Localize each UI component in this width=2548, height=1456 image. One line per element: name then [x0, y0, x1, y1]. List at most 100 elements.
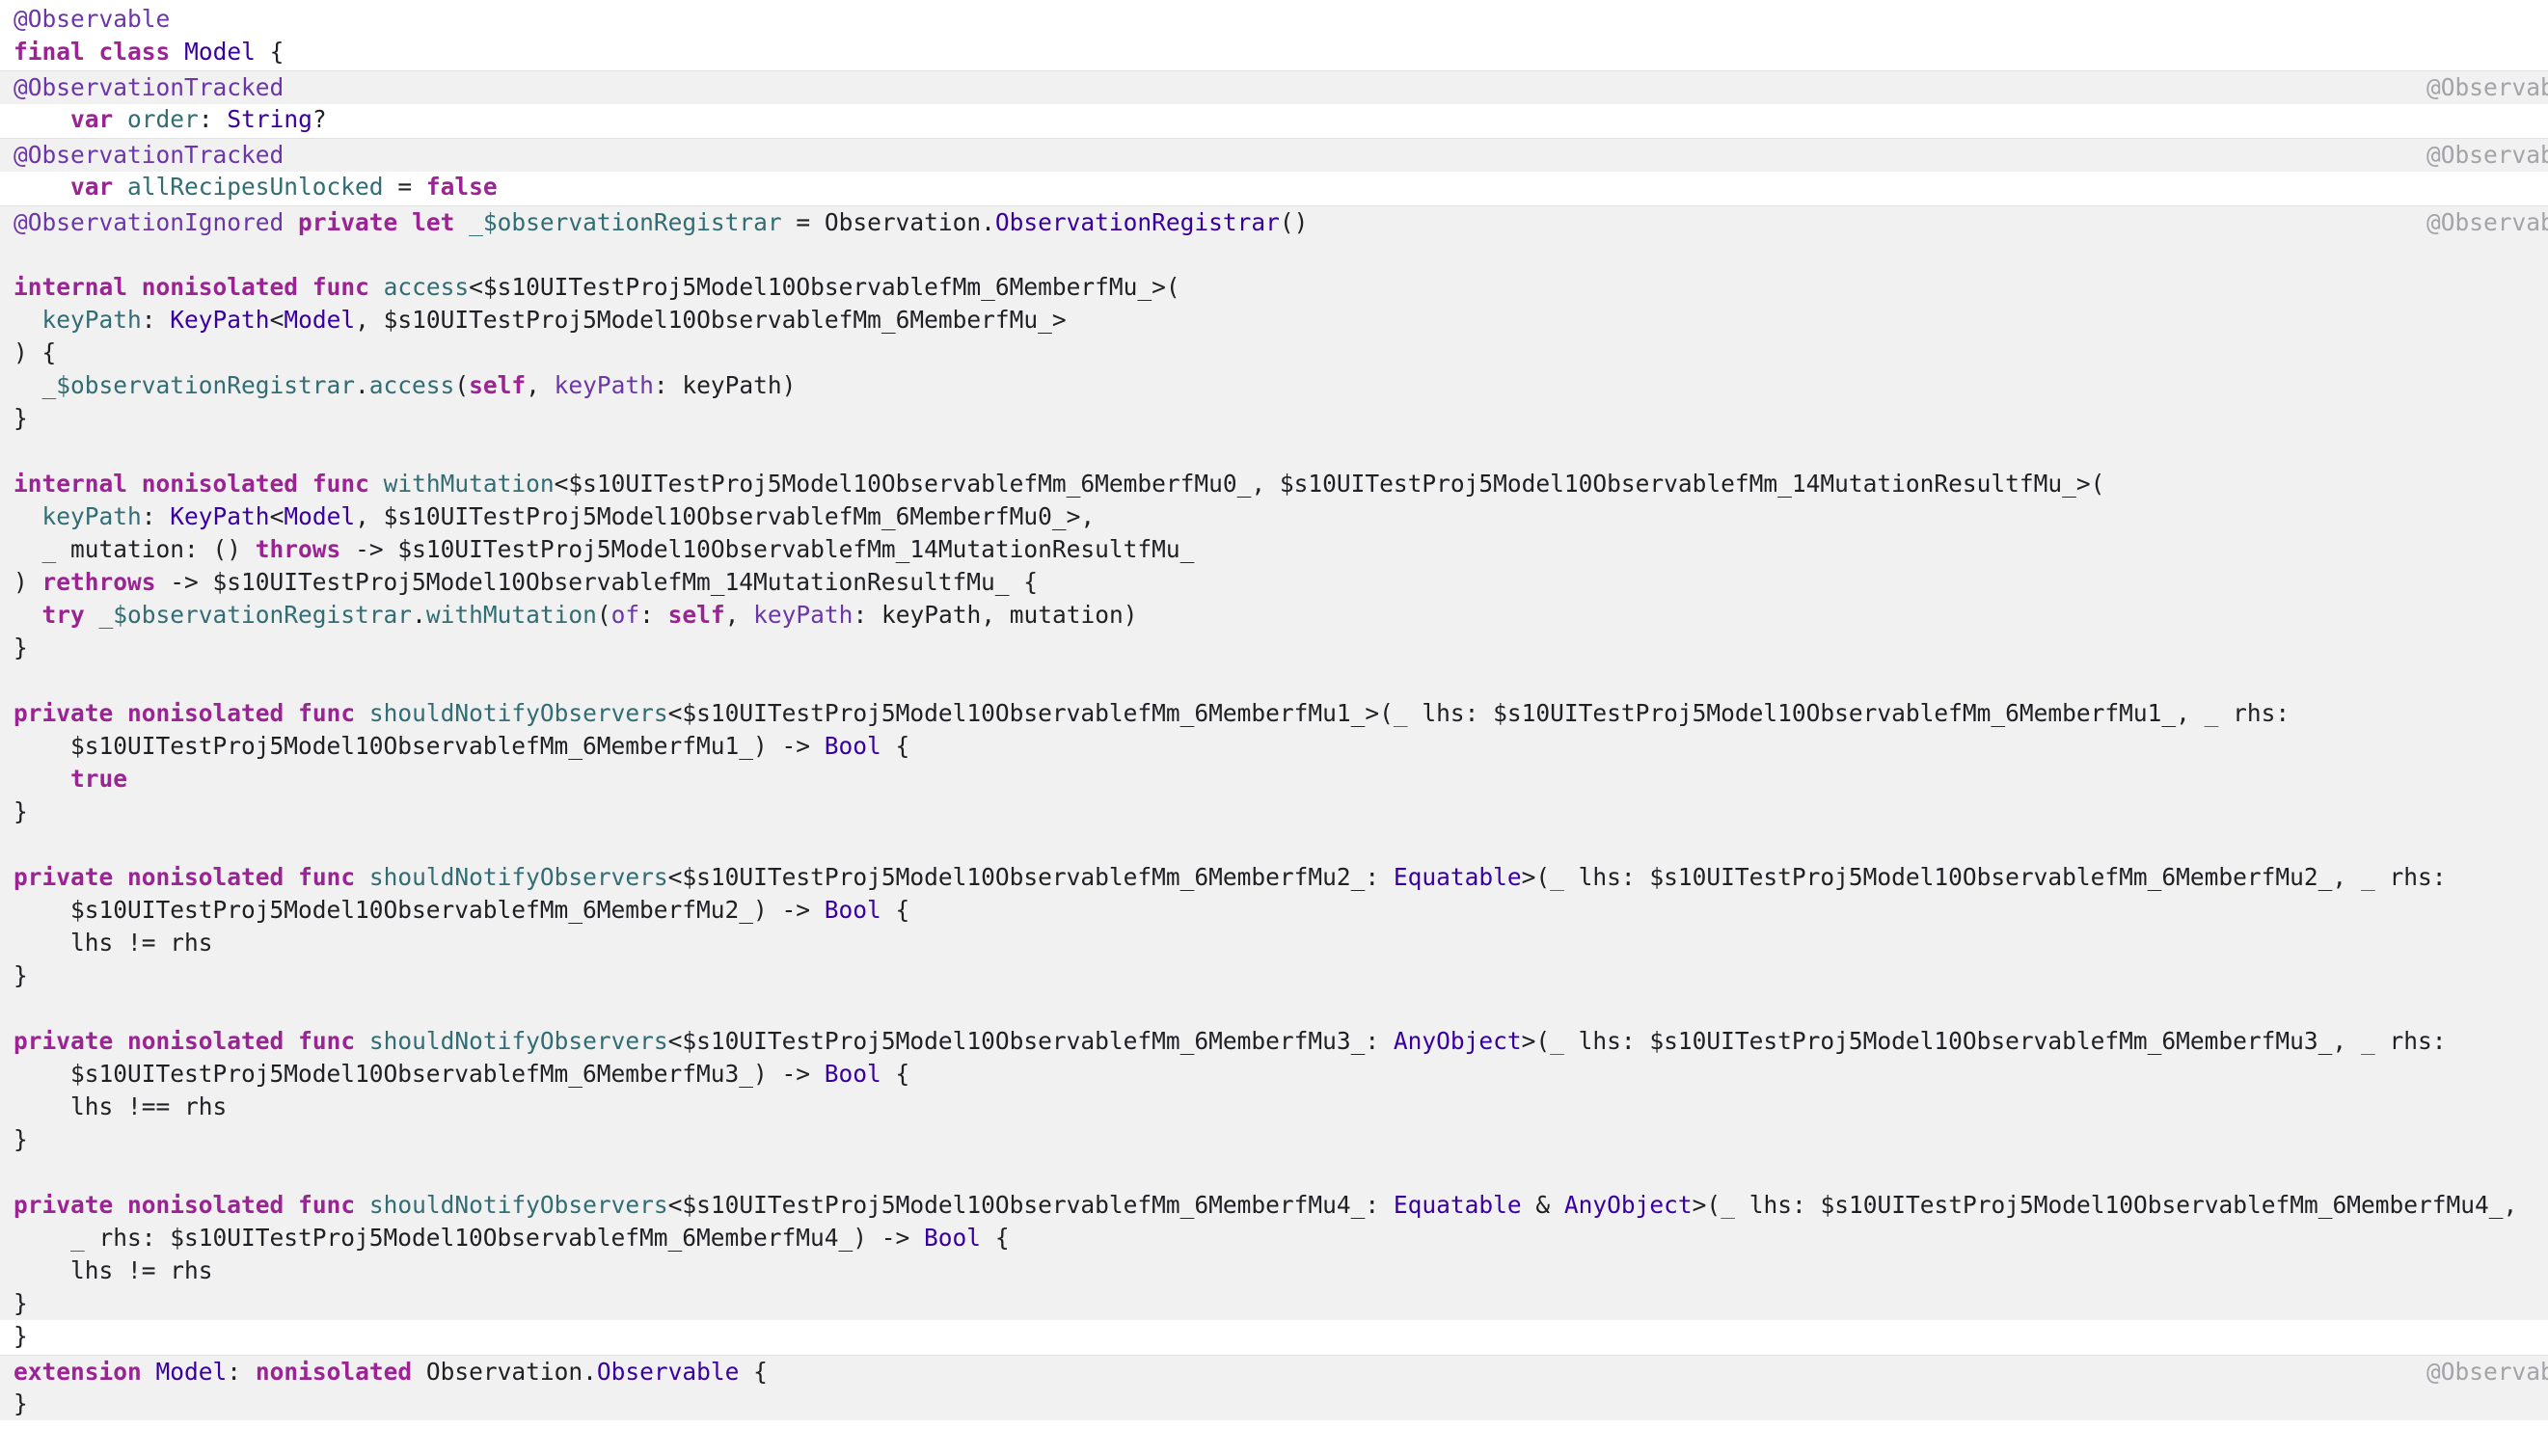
code-token: <$s10UITestProj5Model10ObservablefMm_6Me…: [469, 273, 1180, 301]
macro-expansion-line: keyPath: KeyPath<Model, $s10UITestProj5M…: [0, 500, 2548, 533]
macro-expansion-line: $s10UITestProj5Model10ObservablefMm_6Mem…: [0, 894, 2548, 927]
code-token: keyPath: [41, 306, 142, 334]
code-token: lhs: $s10UITestProj5Model10ObservablefMm…: [1563, 1027, 2361, 1055]
code-token: internal: [14, 470, 128, 498]
code-token: _: [1393, 699, 1408, 727]
code-token: {: [255, 38, 285, 66]
code-token: _: [1721, 1191, 1735, 1219]
macro-expansion-line: [0, 238, 2548, 271]
code-token: }: [14, 1322, 28, 1350]
line-code: internal nonisolated func withMutation<$…: [14, 468, 2104, 500]
code-token: _: [2360, 1027, 2375, 1055]
macro-expansion-line: @ObservationTracked @Observab: [0, 70, 2548, 104]
code-token: extension: [14, 1358, 142, 1386]
code-token: access: [383, 273, 470, 301]
source-line: final class Model {: [0, 36, 2548, 68]
code-token: var: [70, 173, 114, 201]
code-token: {: [739, 1358, 768, 1386]
line-code: var allRecipesUnlocked = false: [14, 171, 498, 203]
code-token: _: [41, 535, 57, 563]
code-token: <$s10UITestProj5Model10ObservablefMm_6Me…: [667, 863, 1394, 891]
macro-expansion-line: [0, 664, 2548, 697]
code-token: (): [1279, 208, 1309, 236]
line-code: private nonisolated func shouldNotifyObs…: [14, 1025, 2446, 1058]
code-token: func: [298, 1027, 356, 1055]
code-token: Observation.: [412, 1358, 597, 1386]
code-token: : keyPath): [653, 371, 797, 399]
code-token: shouldNotifyObservers: [368, 1027, 668, 1055]
code-token: }: [14, 634, 28, 661]
code-token: >(: [1692, 1191, 1721, 1219]
line-code: }: [14, 1287, 28, 1320]
code-token: -> $s10UITestProj5Model10ObservablefMm_1…: [155, 568, 1039, 596]
code-token: lhs: $s10UITestProj5Model10ObservablefMm…: [1563, 863, 2361, 891]
macro-expansion-line: }: [0, 795, 2548, 828]
macro-expansion-line: }: [0, 402, 2548, 435]
code-editor[interactable]: @Observable final class Model {@Observati…: [0, 0, 2548, 1456]
code-token: }: [14, 1389, 28, 1417]
code-token: :: [639, 601, 668, 629]
macro-expansion-line: }: [0, 1388, 2548, 1420]
code-token: Bool: [824, 1060, 881, 1088]
code-token: }: [14, 1289, 28, 1317]
code-token: KeyPath: [170, 306, 270, 334]
macro-expansion-line: try _$observationRegistrar.withMutation(…: [0, 599, 2548, 632]
code-token: Bool: [924, 1224, 982, 1252]
macro-expansion-line: true: [0, 763, 2548, 795]
code-token: , $s10UITestProj5Model10ObservablefMm_6M…: [355, 502, 1096, 530]
code-token: try: [41, 601, 85, 629]
code-token: lhs: $s10UITestProj5Model10ObservablefMm…: [1407, 699, 2205, 727]
code-token: =: [383, 173, 426, 201]
code-token: func: [298, 699, 356, 727]
code-token: _: [1550, 863, 1564, 891]
code-token: String: [227, 105, 312, 133]
line-code: @ObservationTracked: [14, 139, 284, 172]
code-token: AnyObject: [1563, 1191, 1693, 1219]
code-token: of: [610, 601, 640, 629]
code-token: mutation: (): [56, 535, 256, 563]
code-token: Model: [284, 502, 356, 530]
code-token: _$observationRegistrar: [41, 371, 356, 399]
code-token: shouldNotifyObservers: [368, 699, 668, 727]
line-code: try _$observationRegistrar.withMutation(…: [14, 599, 1138, 632]
code-token: }: [14, 961, 28, 989]
code-token: true: [70, 765, 128, 793]
line-code: @Observable: [14, 3, 170, 36]
macro-expansion-line: lhs != rhs: [0, 1254, 2548, 1287]
code-token: lhs: $s10UITestProj5Model10ObservablefMm…: [1734, 1191, 2518, 1219]
code-token: rhs:: [2218, 699, 2290, 727]
code-token: :: [227, 1358, 256, 1386]
line-code: keyPath: KeyPath<Model, $s10UITestProj5M…: [14, 304, 1067, 337]
code-token: _: [1550, 1027, 1564, 1055]
code-token: func: [312, 273, 369, 301]
code-token: &: [1521, 1191, 1564, 1219]
code-token: private: [14, 863, 114, 891]
code-token: Equatable: [1393, 1191, 1522, 1219]
code-token: , $s10UITestProj5Model10ObservablefMm_6M…: [355, 306, 1067, 334]
macro-expansion-line: private nonisolated func shouldNotifyObs…: [0, 1025, 2548, 1058]
code-token: :: [198, 105, 228, 133]
macro-source-label: @Observab: [2426, 73, 2548, 101]
code-token: let: [412, 208, 455, 236]
code-token: func: [298, 863, 356, 891]
macro-expansion-line: $s10UITestProj5Model10ObservablefMm_6Mem…: [0, 1058, 2548, 1091]
code-token: AnyObject: [1393, 1027, 1522, 1055]
macro-expansion-line: internal nonisolated func access<$s10UIT…: [0, 271, 2548, 304]
line-code: _$observationRegistrar.access(self, keyP…: [14, 369, 797, 402]
line-code: $s10UITestProj5Model10ObservablefMm_6Mem…: [14, 1058, 909, 1091]
macro-expansion-line: _$observationRegistrar.access(self, keyP…: [0, 369, 2548, 402]
code-token: _: [2360, 863, 2375, 891]
code-token: -> $s10UITestProj5Model10ObservablefMm_1…: [340, 535, 1195, 563]
macro-expansion-line: lhs !== rhs: [0, 1091, 2548, 1123]
code-token: $s10UITestProj5Model10ObservablefMm_6Mem…: [14, 1060, 825, 1088]
